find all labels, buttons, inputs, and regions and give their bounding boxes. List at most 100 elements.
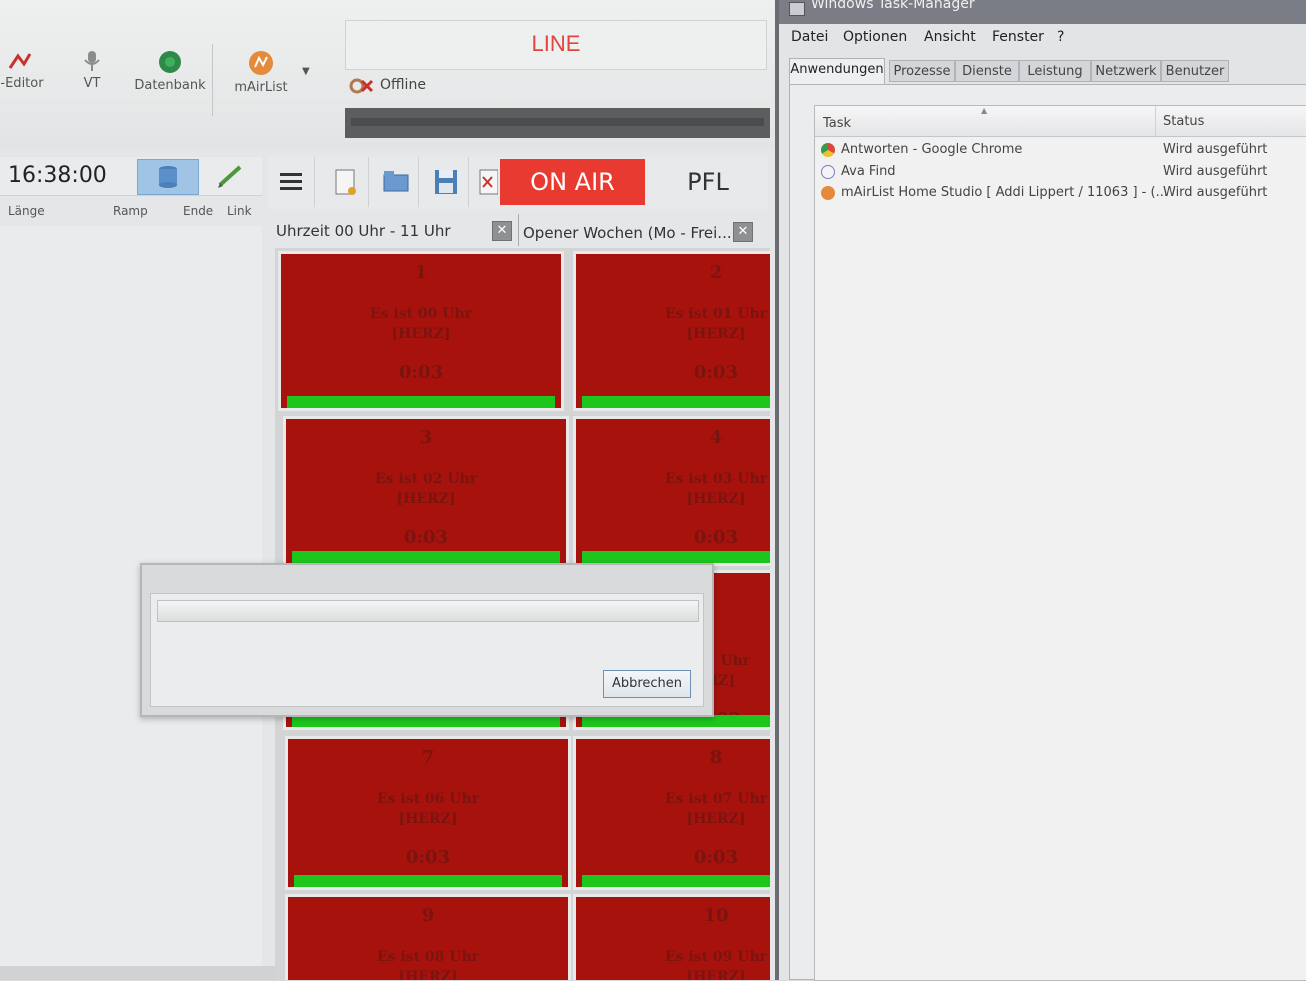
chevron-down-icon[interactable]: ▼ [302, 66, 310, 77]
tab-opener-wochen[interactable]: Opener Wochen (Mo - Frei... ✕ [518, 214, 769, 246]
tab-dienste[interactable]: Dienste [955, 60, 1019, 82]
pfl-button[interactable]: PFL [658, 159, 758, 205]
playlist-header: 16:38:00 [0, 157, 262, 196]
task-row[interactable]: Ava Find Wird ausgeführt [821, 162, 1306, 182]
cart-player[interactable]: 3 Es ist 02 Uhr [HERZ] 0:03 [283, 416, 569, 566]
editor-label: -Editor [0, 76, 44, 91]
tab-leistung[interactable]: Leistung [1019, 60, 1091, 82]
cart-number: 6 [716, 581, 770, 602]
open-button[interactable] [372, 157, 419, 207]
cart-number: 9 [421, 905, 435, 926]
new-cartwall-button[interactable] [322, 157, 369, 207]
database-button[interactable]: Datenbank [130, 50, 210, 93]
menu-help[interactable]: ? [1057, 29, 1064, 45]
close-document-icon [479, 169, 499, 195]
cart-progress [582, 551, 770, 563]
new-document-icon [335, 169, 356, 195]
editor-button[interactable]: -Editor [0, 50, 52, 91]
cart-title: Es ist 06 Uhr [HERZ] [376, 791, 480, 827]
task-manager-titlebar[interactable]: Windows Task-Manager [779, 0, 1306, 24]
column-laenge[interactable]: Länge [8, 204, 45, 218]
close-icon[interactable]: ✕ [733, 222, 753, 242]
cart-title: Es ist 02 Uhr [HERZ] [374, 471, 478, 507]
save-button[interactable] [422, 157, 469, 207]
cart-duration: 0:03 [398, 362, 444, 383]
task-status: Wird ausgeführt [1163, 142, 1268, 157]
tab-prozesse[interactable]: Prozesse [889, 60, 955, 82]
microphone-icon [84, 51, 100, 71]
task-name: mAirList Home Studio [ Addi Lippert / 11… [841, 185, 1168, 200]
cart-duration: 0:03 [405, 847, 451, 868]
menu-ansicht[interactable]: Ansicht [924, 29, 976, 45]
column-ramp[interactable]: Ramp [113, 204, 148, 218]
database-cylinder-icon [159, 166, 177, 188]
progress-bar [157, 600, 699, 622]
on-air-button[interactable]: ON AIR [500, 159, 645, 205]
cart-player[interactable]: 9 Es ist 08 Uhr [HERZ] [285, 894, 571, 980]
tab-netzwerk[interactable]: Netzwerk [1091, 60, 1161, 82]
cart-progress [582, 875, 770, 887]
task-list-header: Task ▲ Status [815, 106, 1306, 137]
applications-panel: Task ▲ Status Antworten - Google Chrome … [789, 84, 1306, 981]
tab-benutzer[interactable]: Benutzer [1161, 60, 1229, 82]
column-ende[interactable]: Ende [183, 204, 213, 218]
mairlist-label: mAirList [234, 80, 288, 95]
cart-number: 4 [709, 427, 723, 448]
playlist-column-header: Länge Ramp Ende Link [0, 200, 262, 224]
menu-datei[interactable]: Datei [791, 29, 828, 45]
menu-fenster[interactable]: Fenster [992, 29, 1044, 45]
cart-player[interactable]: 7 Es ist 06 Uhr [HERZ] 0:03 [285, 736, 571, 890]
cart-number: 8 [709, 747, 723, 768]
task-list[interactable]: Task ▲ Status Antworten - Google Chrome … [814, 105, 1306, 981]
task-manager-window: Windows Task-Manager Datei Optionen Ansi… [775, 0, 1306, 981]
offline-icon [349, 78, 374, 94]
close-icon[interactable]: ✕ [492, 221, 512, 241]
mairlist-menu-button[interactable]: mAirList [226, 50, 296, 95]
column-status[interactable]: Status [1163, 114, 1204, 129]
ava-find-icon [821, 165, 835, 179]
save-disk-icon [435, 170, 457, 194]
chrome-icon [821, 143, 835, 157]
database-toggle-button[interactable] [137, 159, 199, 195]
tab-uhrzeit[interactable]: Uhrzeit 00 Uhr - 11 Uhr ✕ [268, 214, 514, 246]
cart-player[interactable]: 1 Es ist 00 Uhr [HERZ] 0:03 [278, 251, 564, 411]
task-manager-icon [789, 2, 805, 16]
cart-title: Es ist 07 Uhr [HERZ] [664, 791, 768, 827]
sort-arrow-icon: ▲ [981, 106, 988, 115]
column-link[interactable]: Link [227, 204, 252, 218]
line-status: Offline [348, 74, 426, 96]
cart-title: Es ist 09 Uhr [HERZ] [664, 949, 768, 980]
playlist-scrollbar[interactable] [0, 966, 275, 980]
cartwall-toolbar: ON AIR PFL [268, 157, 768, 209]
database-label: Datenbank [134, 78, 206, 93]
progress-dialog: Abbrechen [140, 563, 714, 717]
menu-button[interactable] [268, 157, 315, 207]
task-manager-title: Windows Task-Manager [811, 0, 975, 12]
column-divider[interactable] [1155, 106, 1156, 136]
tab-opener-label: Opener Wochen (Mo - Frei... [523, 224, 732, 242]
cancel-button[interactable]: Abbrechen [603, 670, 691, 698]
cart-number: 10 [703, 905, 729, 926]
menu-optionen[interactable]: Optionen [843, 29, 907, 45]
cart-duration: 0:03 [693, 362, 739, 383]
cart-player[interactable]: 8 Es ist 07 Uhr [HERZ] 0:03 [573, 736, 770, 890]
cart-title: Es ist 01 Uhr [HERZ] [664, 306, 768, 342]
cart-player[interactable]: 4 Es ist 03 Uhr [HERZ] 0:03 [573, 416, 770, 566]
column-task[interactable]: Task [823, 116, 851, 131]
close-cartwall-button[interactable] [472, 157, 499, 207]
cart-duration: 0:03 [693, 847, 739, 868]
edit-button[interactable] [210, 161, 250, 191]
voice-tracking-button[interactable]: VT [72, 50, 112, 91]
ribbon-separator [212, 44, 213, 116]
menu-bar: Datei Optionen Ansicht Fenster ? [779, 26, 1306, 50]
cart-progress [582, 396, 770, 408]
tab-anwendungen[interactable]: Anwendungen [789, 58, 885, 84]
task-row[interactable]: mAirList Home Studio [ Addi Lippert / 11… [821, 183, 1306, 203]
cart-player[interactable]: 10 Es ist 09 Uhr [HERZ] [573, 894, 770, 980]
level-meter [345, 108, 770, 138]
cart-duration: 0:03 [403, 527, 449, 548]
task-name: Antworten - Google Chrome [841, 142, 1023, 157]
task-row[interactable]: Antworten - Google Chrome Wird ausgeführ… [821, 140, 1306, 160]
hamburger-icon [280, 173, 302, 190]
cart-player[interactable]: 2 Es ist 01 Uhr [HERZ] 0:03 [573, 251, 770, 411]
